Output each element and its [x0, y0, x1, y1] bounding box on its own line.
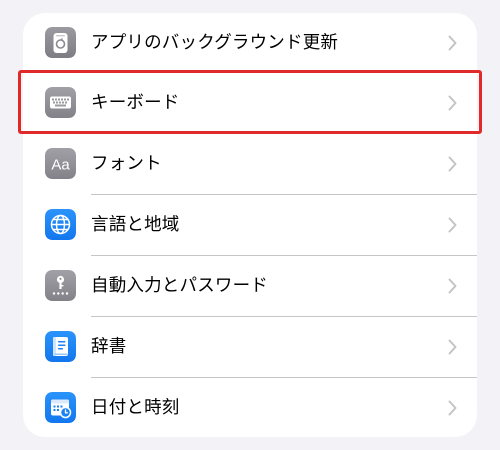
- row-label: 言語と地域: [91, 215, 180, 235]
- row-language-region[interactable]: 言語と地域: [23, 195, 477, 255]
- chevron-right-icon: [448, 95, 457, 111]
- chevron-right-icon: [448, 217, 457, 233]
- row-autofill-passwords[interactable]: 自動入力とパスワード: [23, 256, 477, 316]
- row-label: 辞書: [91, 337, 127, 357]
- keyboard-icon: [45, 87, 76, 118]
- dictionary-icon: [45, 331, 76, 362]
- calendar-clock-icon: [45, 392, 76, 423]
- chevron-right-icon: [448, 35, 457, 51]
- key-icon: [45, 270, 76, 301]
- row-fonts[interactable]: Aa フォント: [23, 134, 477, 194]
- chevron-right-icon: [448, 339, 457, 355]
- chevron-right-icon: [448, 156, 457, 172]
- row-label: アプリのバックグラウンド更新: [91, 33, 339, 53]
- row-background-app-refresh[interactable]: アプリのバックグラウンド更新: [23, 13, 477, 73]
- chevron-right-icon: [448, 278, 457, 294]
- row-keyboard[interactable]: キーボード: [23, 73, 477, 133]
- row-label: 日付と時刻: [91, 398, 180, 418]
- settings-list: アプリのバックグラウンド更新 キーボード Aa フォント 言語と地域 自動入力と…: [23, 13, 477, 437]
- font-icon: Aa: [45, 148, 76, 179]
- row-label: フォント: [91, 154, 162, 174]
- row-label: キーボード: [91, 93, 180, 113]
- row-label: 自動入力とパスワード: [91, 276, 268, 296]
- globe-icon: [45, 209, 76, 240]
- row-dictionary[interactable]: 辞書: [23, 317, 477, 377]
- chevron-right-icon: [448, 400, 457, 416]
- row-date-time[interactable]: 日付と時刻: [23, 378, 477, 437]
- background-refresh-icon: [45, 27, 76, 58]
- svg-text:Aa: Aa: [51, 157, 70, 174]
